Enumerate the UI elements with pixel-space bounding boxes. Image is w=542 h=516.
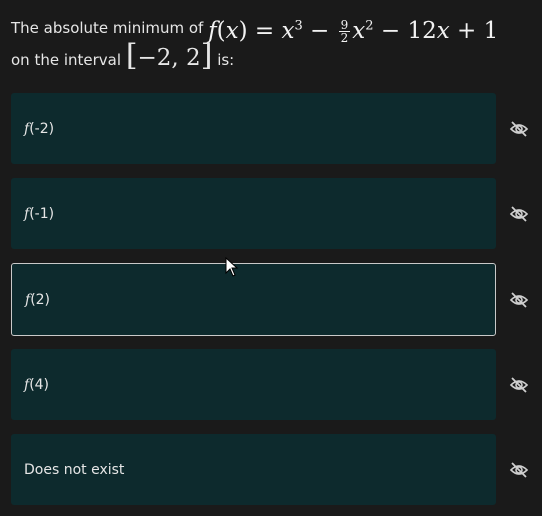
question-prefix: The absolute minimum of bbox=[11, 18, 204, 37]
eye-slash-icon[interactable] bbox=[509, 120, 529, 138]
answer-label: f(2) bbox=[25, 291, 51, 308]
answer-option-f-4[interactable]: f(4) bbox=[11, 349, 496, 420]
answer-option-f-minus-1[interactable]: f(-1) bbox=[11, 178, 496, 249]
eye-slash-icon[interactable] bbox=[509, 291, 529, 309]
answer-option-does-not-exist[interactable]: Does not exist bbox=[11, 434, 496, 505]
eye-slash-icon[interactable] bbox=[509, 205, 529, 223]
answer-label: f(-2) bbox=[24, 120, 55, 137]
question-text: The absolute minimum of f(x) = x3 − 9 2 x2… bbox=[11, 8, 531, 74]
interval-value: −2, 2 bbox=[137, 45, 201, 71]
interval-suffix: is: bbox=[217, 51, 235, 69]
function-formula: f(x) = x3 − 9 2 x2 − 12x + 1 bbox=[208, 17, 499, 46]
answer-option-f-2[interactable]: f(2) bbox=[11, 263, 496, 336]
answer-label: Does not exist bbox=[24, 461, 125, 478]
eye-slash-icon[interactable] bbox=[509, 461, 529, 479]
answer-label: f(4) bbox=[24, 376, 50, 393]
answer-label: f(-1) bbox=[24, 205, 55, 222]
interval-prefix: on the interval bbox=[11, 51, 122, 69]
mouse-pointer-icon bbox=[225, 256, 239, 277]
answer-option-f-minus-2[interactable]: f(-2) bbox=[11, 93, 496, 164]
eye-slash-icon[interactable] bbox=[509, 376, 529, 394]
